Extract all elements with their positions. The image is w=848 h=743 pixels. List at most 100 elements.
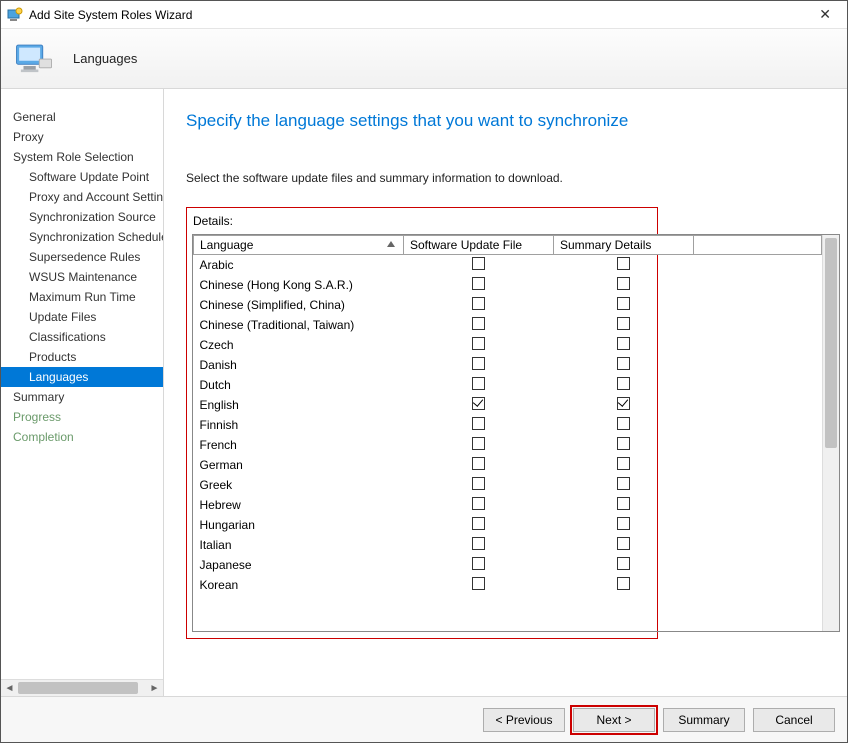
nav-item-synchronization-source[interactable]: Synchronization Source — [1, 207, 164, 227]
software-update-file-checkbox[interactable] — [472, 357, 485, 370]
table-row[interactable]: Greek — [194, 475, 822, 495]
nav-item-languages[interactable]: Languages — [1, 367, 164, 387]
summary-details-cell — [554, 275, 694, 295]
language-cell: French — [194, 435, 404, 455]
software-update-file-cell — [404, 415, 554, 435]
nav-item-system-role-selection[interactable]: System Role Selection — [1, 147, 164, 167]
summary-details-cell — [554, 415, 694, 435]
summary-details-checkbox[interactable] — [617, 517, 630, 530]
summary-details-checkbox[interactable] — [617, 317, 630, 330]
summary-details-cell — [554, 575, 694, 595]
summary-details-checkbox[interactable] — [617, 417, 630, 430]
table-row[interactable]: Arabic — [194, 255, 822, 276]
table-row[interactable]: Hungarian — [194, 515, 822, 535]
language-cell: Japanese — [194, 555, 404, 575]
header-band: Languages — [1, 29, 847, 89]
language-cell: Czech — [194, 335, 404, 355]
summary-button[interactable]: Summary — [663, 708, 745, 732]
nav-item-summary[interactable]: Summary — [1, 387, 164, 407]
software-update-file-checkbox[interactable] — [472, 437, 485, 450]
software-update-file-checkbox[interactable] — [472, 297, 485, 310]
table-row[interactable]: German — [194, 455, 822, 475]
summary-details-checkbox[interactable] — [617, 277, 630, 290]
software-update-file-checkbox[interactable] — [472, 377, 485, 390]
software-update-file-checkbox[interactable] — [472, 577, 485, 590]
sidebar-horizontal-scrollbar[interactable]: ◄ ► — [1, 679, 163, 696]
table-row[interactable]: Dutch — [194, 375, 822, 395]
software-update-file-checkbox[interactable] — [472, 517, 485, 530]
software-update-file-checkbox[interactable] — [472, 557, 485, 570]
column-header-summary-details[interactable]: Summary Details — [554, 236, 694, 255]
grid-vertical-scrollbar[interactable] — [822, 235, 839, 631]
table-row[interactable]: Czech — [194, 335, 822, 355]
software-update-file-checkbox[interactable] — [472, 537, 485, 550]
summary-details-checkbox[interactable] — [617, 397, 630, 410]
nav-item-maximum-run-time[interactable]: Maximum Run Time — [1, 287, 164, 307]
table-row[interactable]: Chinese (Hong Kong S.A.R.) — [194, 275, 822, 295]
column-header-language[interactable]: Language — [194, 236, 404, 255]
nav-item-synchronization-schedule[interactable]: Synchronization Schedule — [1, 227, 164, 247]
software-update-file-checkbox[interactable] — [472, 277, 485, 290]
table-row[interactable]: Chinese (Traditional, Taiwan) — [194, 315, 822, 335]
language-cell: Arabic — [194, 255, 404, 276]
spacer-cell — [694, 575, 822, 595]
software-update-file-checkbox[interactable] — [472, 417, 485, 430]
software-update-file-checkbox[interactable] — [472, 317, 485, 330]
table-row[interactable]: French — [194, 435, 822, 455]
summary-details-checkbox[interactable] — [617, 457, 630, 470]
cancel-button[interactable]: Cancel — [753, 708, 835, 732]
sort-ascending-icon — [387, 241, 395, 247]
summary-details-checkbox[interactable] — [617, 577, 630, 590]
table-row[interactable]: Korean — [194, 575, 822, 595]
spacer-cell — [694, 435, 822, 455]
table-row[interactable]: Hebrew — [194, 495, 822, 515]
table-row[interactable]: English — [194, 395, 822, 415]
nav-item-wsus-maintenance[interactable]: WSUS Maintenance — [1, 267, 164, 287]
nav-item-general[interactable]: General — [1, 107, 164, 127]
software-update-file-checkbox[interactable] — [472, 257, 485, 270]
summary-details-checkbox[interactable] — [617, 337, 630, 350]
software-update-file-cell — [404, 255, 554, 276]
nav-item-products[interactable]: Products — [1, 347, 164, 367]
column-header-software-update-file[interactable]: Software Update File — [404, 236, 554, 255]
software-update-file-checkbox[interactable] — [472, 337, 485, 350]
summary-details-cell — [554, 315, 694, 335]
table-row[interactable]: Japanese — [194, 555, 822, 575]
nav-item-proxy-and-account-settings[interactable]: Proxy and Account Settings — [1, 187, 164, 207]
nav-item-supersedence-rules[interactable]: Supersedence Rules — [1, 247, 164, 267]
column-header-suf-label: Software Update File — [410, 238, 522, 252]
software-update-file-cell — [404, 495, 554, 515]
summary-details-checkbox[interactable] — [617, 357, 630, 370]
scroll-right-button[interactable]: ► — [146, 680, 163, 696]
table-row[interactable]: Chinese (Simplified, China) — [194, 295, 822, 315]
summary-details-checkbox[interactable] — [617, 497, 630, 510]
language-cell: Dutch — [194, 375, 404, 395]
summary-details-checkbox[interactable] — [617, 537, 630, 550]
summary-details-cell — [554, 535, 694, 555]
software-update-file-checkbox[interactable] — [472, 457, 485, 470]
nav-item-classifications[interactable]: Classifications — [1, 327, 164, 347]
summary-details-checkbox[interactable] — [617, 477, 630, 490]
table-row[interactable]: Danish — [194, 355, 822, 375]
scroll-left-button[interactable]: ◄ — [1, 680, 18, 696]
nav-item-update-files[interactable]: Update Files — [1, 307, 164, 327]
table-row[interactable]: Italian — [194, 535, 822, 555]
nav-item-software-update-point[interactable]: Software Update Point — [1, 167, 164, 187]
scroll-thumb[interactable] — [18, 682, 138, 694]
nav-item-proxy[interactable]: Proxy — [1, 127, 164, 147]
scroll-thumb[interactable] — [825, 238, 837, 448]
summary-details-checkbox[interactable] — [617, 297, 630, 310]
software-update-file-checkbox[interactable] — [472, 497, 485, 510]
summary-details-checkbox[interactable] — [617, 437, 630, 450]
previous-button[interactable]: < Previous — [483, 708, 565, 732]
table-row[interactable]: Finnish — [194, 415, 822, 435]
next-button[interactable]: Next > — [573, 708, 655, 732]
summary-details-cell — [554, 295, 694, 315]
summary-details-checkbox[interactable] — [617, 257, 630, 270]
software-update-file-checkbox[interactable] — [472, 397, 485, 410]
language-cell: Italian — [194, 535, 404, 555]
summary-details-checkbox[interactable] — [617, 377, 630, 390]
close-button[interactable]: ✕ — [809, 4, 841, 25]
software-update-file-checkbox[interactable] — [472, 477, 485, 490]
summary-details-checkbox[interactable] — [617, 557, 630, 570]
